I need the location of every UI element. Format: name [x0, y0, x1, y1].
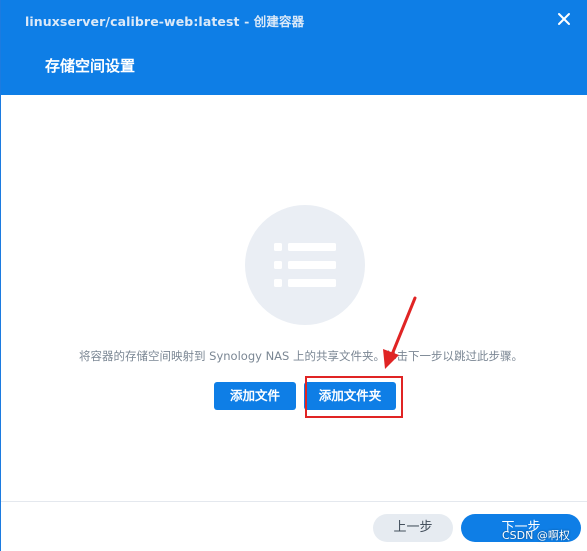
- watermark: CSDN @啊权: [502, 529, 570, 542]
- previous-button[interactable]: 上一步: [373, 514, 453, 542]
- close-button[interactable]: [554, 9, 574, 29]
- window-title: linuxserver/calibre-web:latest - 创建容器: [25, 14, 305, 29]
- section-title: 存储空间设置: [45, 57, 136, 75]
- storage-settings-panel: 将容器的存储空间映射到 Synology NAS 上的共享文件夹。单击下一步以跳…: [1, 95, 587, 501]
- dialog-footer: 上一步 下一步: [1, 501, 587, 551]
- empty-state-illustration: [245, 205, 365, 325]
- add-file-button[interactable]: 添加文件: [214, 382, 296, 410]
- list-icon: [274, 243, 336, 287]
- create-container-dialog: linuxserver/calibre-web:latest - 创建容器 存储…: [0, 0, 587, 551]
- dialog-header: linuxserver/calibre-web:latest - 创建容器 存储…: [1, 0, 587, 95]
- annotation-highlight-box: [305, 376, 403, 418]
- close-icon: [558, 13, 570, 25]
- empty-state-hint: 将容器的存储空间映射到 Synology NAS 上的共享文件夹。单击下一步以跳…: [79, 349, 523, 363]
- red-arrow-icon: [383, 296, 417, 369]
